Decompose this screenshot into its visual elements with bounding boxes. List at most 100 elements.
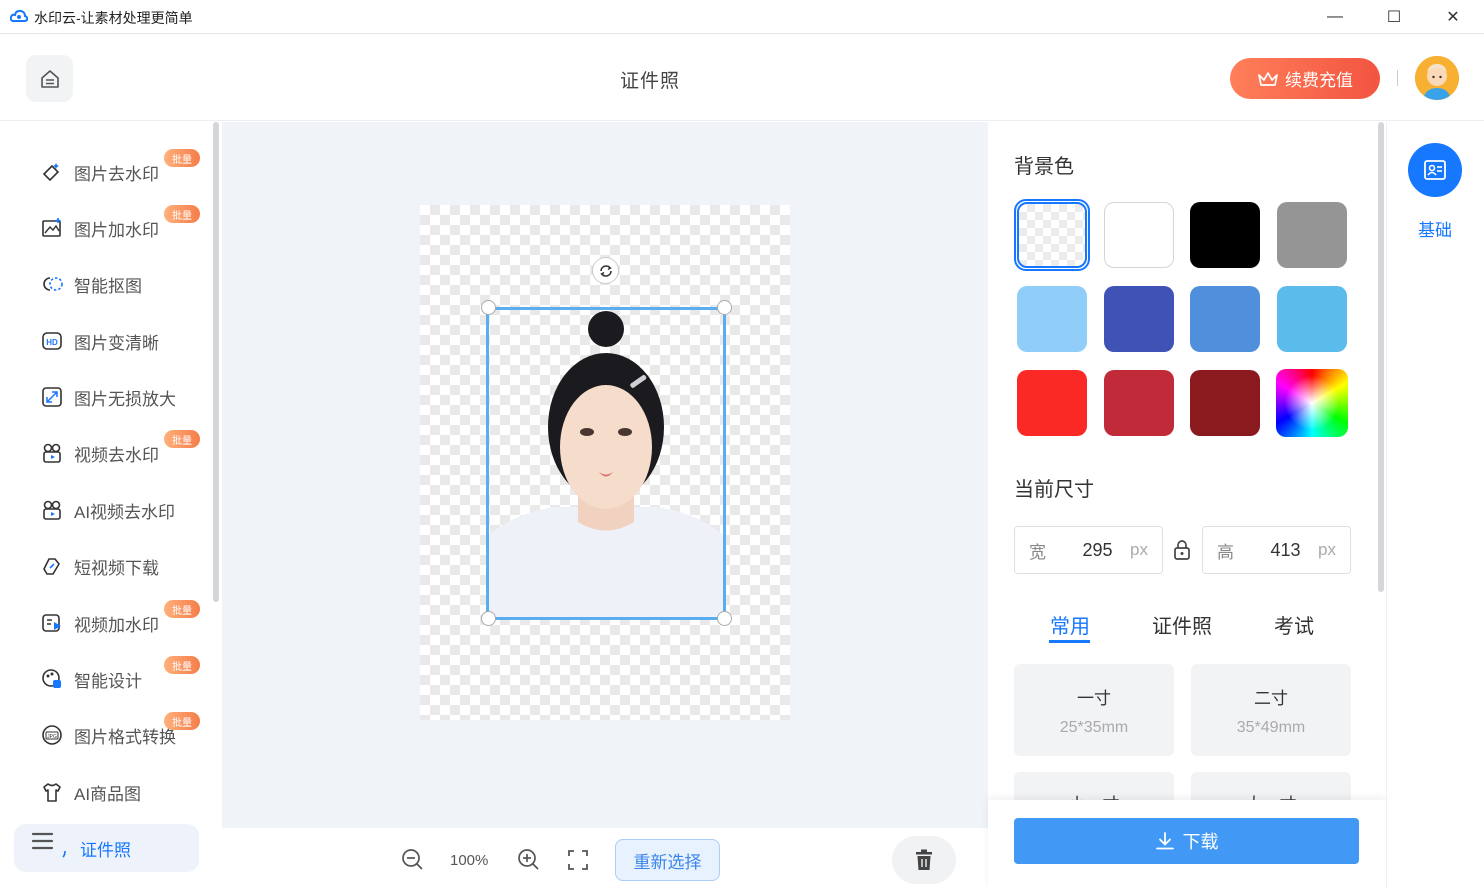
sidebar-item-id-photo[interactable]: 证件照: [62, 833, 131, 863]
svg-text:JPG: JPG: [47, 734, 57, 740]
sidebar-item-smart-design[interactable]: 智能设计: [40, 664, 142, 694]
portrait-card-icon: [1424, 160, 1446, 180]
swatch-light-blue[interactable]: [1017, 286, 1087, 352]
enlarge-icon: [40, 385, 64, 409]
basic-mode-label: 基础: [1418, 221, 1452, 240]
swatch-custom-color-picker[interactable]: [1276, 369, 1348, 437]
size-card-two-inch[interactable]: 二寸 35*49mm: [1191, 664, 1351, 756]
swatch-indigo[interactable]: [1104, 286, 1174, 352]
ai-video-icon: [40, 498, 64, 522]
sidebar-item-image-remove-watermark[interactable]: 图片去水印: [40, 157, 159, 187]
id-photo-icon: [62, 836, 70, 860]
download-label: 下载: [1182, 832, 1219, 852]
resize-handle-bottom-right[interactable]: [717, 611, 732, 626]
height-field[interactable]: 高 413 px: [1202, 526, 1351, 574]
shirt-icon: [40, 780, 64, 804]
download-button[interactable]: 下载: [1014, 818, 1359, 864]
sidebar-item-label: 短视频下载: [74, 558, 159, 578]
sidebar-item-label: 证件照: [80, 840, 131, 860]
swatch-black[interactable]: [1190, 202, 1260, 268]
eraser-icon: [40, 160, 64, 184]
sidebar-item-video-add-watermark[interactable]: 视频加水印: [40, 608, 159, 638]
canvas-toolbar: [222, 828, 988, 889]
recharge-label: 续费充值: [1285, 71, 1353, 90]
background-color-label: 背景色: [1014, 156, 1074, 178]
sidebar-item-label: 视频加水印: [74, 615, 159, 635]
swatch-red[interactable]: [1017, 370, 1087, 436]
basic-mode-button[interactable]: [1408, 143, 1462, 197]
trash-icon: [916, 849, 932, 870]
sidebar-item-label: 智能抠图: [74, 276, 142, 296]
user-avatar[interactable]: [1415, 56, 1459, 100]
batch-badge: 批量: [164, 712, 200, 730]
link-download-icon: [40, 554, 64, 578]
size-spec: 35*49mm: [1236, 718, 1306, 736]
video-add-icon: [40, 611, 64, 635]
sidebar-item-label: 图片变清晰: [74, 333, 159, 353]
batch-badge: 批量: [164, 205, 200, 223]
image-add-icon: [40, 216, 64, 240]
sidebar-scrollbar[interactable]: [213, 122, 219, 602]
size-name: 一寸: [1077, 688, 1111, 708]
swatch-white[interactable]: [1104, 202, 1174, 268]
sidebar-item-ai-video-remove-watermark[interactable]: AI视频去水印: [40, 495, 175, 525]
menu-collapse-icon[interactable]: [30, 828, 56, 854]
maximize-button[interactable]: ☐: [1364, 0, 1424, 34]
recharge-button[interactable]: 续费充值: [1230, 58, 1380, 99]
height-value[interactable]: 413: [1253, 540, 1318, 561]
hd-icon: HD: [40, 329, 64, 353]
sidebar-item-label: 图片无损放大: [74, 389, 176, 409]
sidebar-item-label: AI商品图: [74, 784, 142, 804]
window-title: 水印云-让素材处理更简单: [34, 10, 193, 26]
jpg-icon: JPG: [40, 723, 64, 747]
resize-handle-top-left[interactable]: [481, 300, 496, 315]
sidebar-item-label: AI视频去水印: [74, 502, 176, 522]
sidebar-item-image-clarify[interactable]: HD 图片变清晰: [40, 326, 159, 356]
sidebar-item-video-remove-watermark[interactable]: 视频去水印: [40, 438, 159, 468]
resize-handle-bottom-left[interactable]: [481, 611, 496, 626]
swatch-sky-blue[interactable]: [1277, 286, 1347, 352]
rotate-icon: [599, 264, 612, 277]
swatch-selected-ring: [1014, 199, 1090, 271]
batch-badge: 批量: [164, 430, 200, 448]
zoom-in-icon[interactable]: [517, 848, 541, 872]
reselect-button[interactable]: 重新选择: [615, 839, 720, 881]
download-icon: [1155, 832, 1174, 850]
batch-badge: 批量: [164, 600, 200, 618]
batch-badge: 批量: [164, 149, 200, 167]
swatch-gray[interactable]: [1277, 202, 1347, 268]
avatar-icon: [1415, 56, 1459, 100]
width-value[interactable]: 295: [1065, 540, 1130, 561]
swatch-blue[interactable]: [1190, 286, 1260, 352]
tab-common[interactable]: 常用: [1050, 610, 1090, 639]
page-title: 证件照: [619, 71, 680, 92]
crop-selection-box[interactable]: [486, 307, 726, 620]
tab-id-photo[interactable]: 证件照: [1152, 610, 1212, 639]
swatch-dark-red[interactable]: [1190, 370, 1260, 436]
sidebar-item-ai-product-image[interactable]: AI商品图: [40, 777, 141, 807]
size-card-one-inch[interactable]: 一寸 25*35mm: [1014, 664, 1174, 756]
resize-handle-top-right[interactable]: [717, 300, 732, 315]
fullscreen-icon[interactable]: [567, 849, 589, 871]
delete-button[interactable]: [892, 836, 956, 884]
sidebar-item-label: 视频去水印: [74, 445, 159, 465]
tab-active-indicator: [1049, 640, 1090, 643]
panel-scrollbar[interactable]: [1378, 122, 1384, 592]
minimize-button[interactable]: —: [1305, 0, 1365, 34]
sidebar-item-image-enlarge[interactable]: 图片无损放大: [40, 382, 176, 412]
tab-exam[interactable]: 考试: [1274, 610, 1314, 639]
swatch-crimson[interactable]: [1104, 370, 1174, 436]
sidebar-item-image-format-convert[interactable]: JPG 图片格式转换: [40, 720, 176, 750]
sidebar-item-label: 图片格式转换: [74, 727, 176, 747]
sidebar-item-smart-cutout[interactable]: 智能抠图: [40, 269, 142, 299]
close-button[interactable]: ✕: [1423, 0, 1483, 34]
sidebar-item-image-add-watermark[interactable]: 图片加水印: [40, 213, 159, 243]
width-field[interactable]: 宽 295 px: [1014, 526, 1163, 574]
lock-icon[interactable]: [1173, 540, 1191, 560]
height-label: 高: [1217, 542, 1234, 562]
sidebar-item-label: 图片加水印: [74, 220, 159, 240]
sidebar-item-short-video-download[interactable]: 短视频下载: [40, 551, 159, 581]
zoom-out-icon[interactable]: [401, 848, 425, 872]
rotate-handle[interactable]: [592, 257, 619, 284]
design-icon: [40, 667, 64, 691]
